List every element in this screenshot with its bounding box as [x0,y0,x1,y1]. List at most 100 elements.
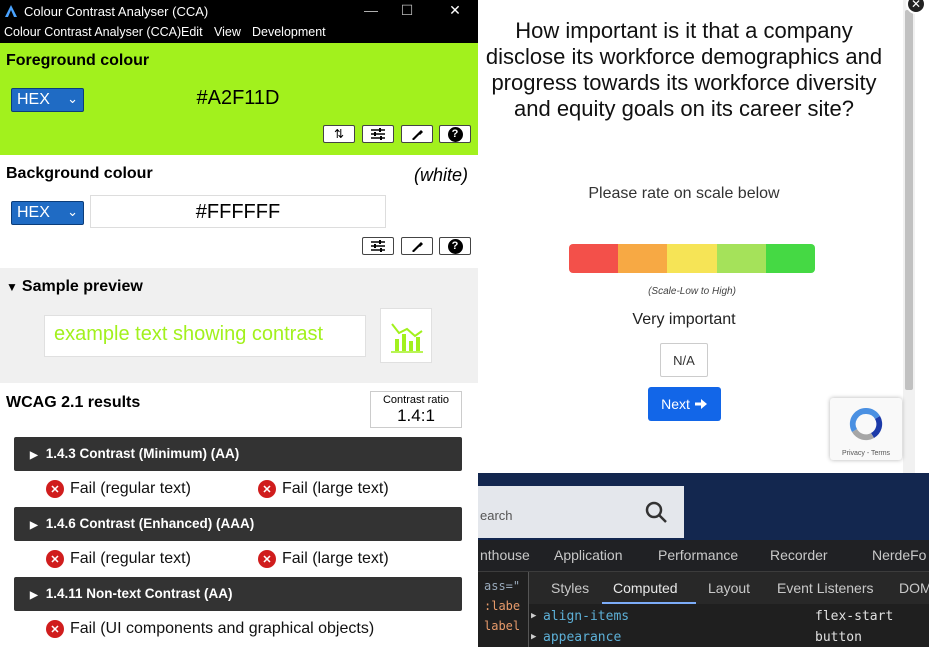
sample-graphic [380,308,432,363]
search-icon[interactable] [644,500,668,524]
contrast-ratio-box: Contrast ratio 1.4:1 [370,391,462,428]
tab-computed[interactable]: Computed [613,580,678,596]
foreground-title: Foreground colour [6,52,150,69]
fail-icon: ✕ [46,550,64,568]
recaptcha-icon [849,407,883,441]
recaptcha-badge[interactable]: Privacy - Terms [830,398,902,460]
colour-sliders-button[interactable] [362,237,394,255]
computed-value: flex-start [815,609,894,624]
tab-application[interactable]: Application [554,547,623,563]
elements-snippet: ass=" :labe label [478,572,528,647]
tab-dom[interactable]: DOM [899,580,929,596]
scrollbar-thumb[interactable] [905,10,913,390]
eyedropper-button[interactable] [401,237,433,255]
foreground-section: Foreground colour HEX ⌄ #A2F11D ⇅ ? [0,43,478,155]
computed-value: button [815,630,862,645]
computed-row[interactable]: ▶ align-items flex-start [531,609,893,629]
eyedropper-button[interactable] [401,125,433,143]
criterion-1-4-6-header[interactable]: ▶ 1.4.6 Contrast (Enhanced) (AAA) [14,507,462,541]
survey-page: How important is it that a company discl… [478,0,929,473]
swap-icon: ⇅ [333,127,345,141]
na-button[interactable]: N/A [660,343,708,377]
window-title: Colour Contrast Analyser (CCA) [24,4,209,19]
sample-preview-toggle[interactable]: ▼ Sample preview [6,278,143,296]
code-line: :labe [484,599,521,613]
menu-item-development[interactable]: Development [252,25,326,39]
chevron-down-icon: ⌄ [67,204,78,219]
menu-bar: Colour Contrast Analyser (CCA) Edit View… [0,23,478,43]
sample-preview-section: ▼ Sample preview example text showing con… [0,268,478,383]
result-regular-text: ✕ Fail (regular text) [46,480,191,498]
swap-colours-button[interactable]: ⇅ [323,125,355,143]
code-line: label [484,619,521,633]
colour-sliders-button[interactable] [362,125,394,143]
scale-caption: (Scale-Low to High) [648,286,736,297]
expand-icon[interactable]: ▶ [531,632,536,642]
sample-preview-title: Sample preview [21,278,143,295]
background-hex-input[interactable]: #FFFFFF [90,195,386,228]
computed-property: appearance [543,630,622,645]
foreground-format-select[interactable]: HEX ⌄ [11,88,84,112]
rating-step-2[interactable] [618,244,668,273]
title-bar[interactable]: Colour Contrast Analyser (CCA) — ☐ ✕ [0,0,478,23]
criterion-label: 1.4.3 Contrast (Minimum) (AA) [45,446,240,461]
fail-icon: ✕ [46,620,64,638]
criterion-1-4-11-header[interactable]: ▶ 1.4.11 Non-text Contrast (AA) [14,577,462,611]
menu-item-app[interactable]: Colour Contrast Analyser (CCA) [4,25,181,39]
expand-icon[interactable]: ▶ [531,611,536,621]
devtools-main-tabs: nthouse Application Performance Recorder… [478,540,929,572]
result-label: Fail (UI components and graphical object… [70,620,375,637]
eyedropper-icon [412,130,423,140]
background-format-select[interactable]: HEX ⌄ [11,201,84,225]
fail-icon: ✕ [46,480,64,498]
expand-icon: ▶ [30,520,38,531]
format-value: HEX [17,204,50,221]
computed-row[interactable]: ▶ appearance button [531,630,862,647]
format-value: HEX [17,91,50,108]
menu-item-edit[interactable]: Edit [181,25,203,39]
close-icon[interactable]: ✕ [906,0,926,14]
tab-lighthouse[interactable]: nthouse [480,547,530,563]
rating-scale[interactable] [569,244,815,273]
wcag-results-section: WCAG 2.1 results Contrast ratio 1.4:1 ▶ 1… [0,383,478,647]
background-section: Background colour (white) HEX ⌄ #FFFFFF … [0,155,478,268]
result-label: Fail (regular text) [70,480,191,497]
menu-item-view[interactable]: View [214,25,241,39]
tab-layout[interactable]: Layout [708,580,750,596]
chevron-down-icon: ⌄ [67,91,78,106]
rating-step-4[interactable] [716,244,766,273]
eyedropper-icon [412,242,423,252]
expand-icon: ▶ [30,450,38,461]
tab-nerdefocus[interactable]: NerdeFo [872,547,926,563]
rating-step-5[interactable] [765,244,815,273]
criterion-label: 1.4.11 Non-text Contrast (AA) [45,586,233,601]
minimize-icon[interactable]: — [356,2,386,18]
arrow-right-icon [694,399,707,409]
page-scrollbar[interactable] [903,0,915,473]
help-icon: ? [447,238,463,254]
tab-styles[interactable]: Styles [551,580,589,596]
next-button[interactable]: Next [648,387,721,421]
survey-question: How important is it that a company discl… [485,18,883,121]
fail-icon: ✕ [258,550,276,568]
sample-text: example text showing contrast [44,315,366,357]
criterion-label: 1.4.6 Contrast (Enhanced) (AAA) [45,516,255,531]
rating-step-3[interactable] [667,244,717,273]
wcag-title: WCAG 2.1 results [6,394,141,411]
result-label: Fail (regular text) [70,550,191,567]
collapse-icon: ▼ [6,280,18,294]
help-button[interactable]: ? [439,125,471,143]
result-non-text: ✕ Fail (UI components and graphical objec… [46,620,374,638]
help-button[interactable]: ? [439,237,471,255]
close-window-icon[interactable]: ✕ [440,2,470,19]
rating-step-1[interactable] [569,244,619,273]
tab-event-listeners[interactable]: Event Listeners [777,580,874,596]
maximize-icon[interactable]: ☐ [392,2,422,19]
tab-recorder[interactable]: Recorder [770,547,828,563]
computed-styles-list: ▶ align-items flex-start ▶ appearance bu… [529,604,929,647]
result-label: Fail (large text) [282,480,389,497]
foreground-hex-value[interactable]: #A2F11D [92,87,384,110]
recaptcha-terms[interactable]: Privacy - Terms [830,450,902,457]
tab-performance[interactable]: Performance [658,547,738,563]
criterion-1-4-3-header[interactable]: ▶ 1.4.3 Contrast (Minimum) (AA) [14,437,462,471]
